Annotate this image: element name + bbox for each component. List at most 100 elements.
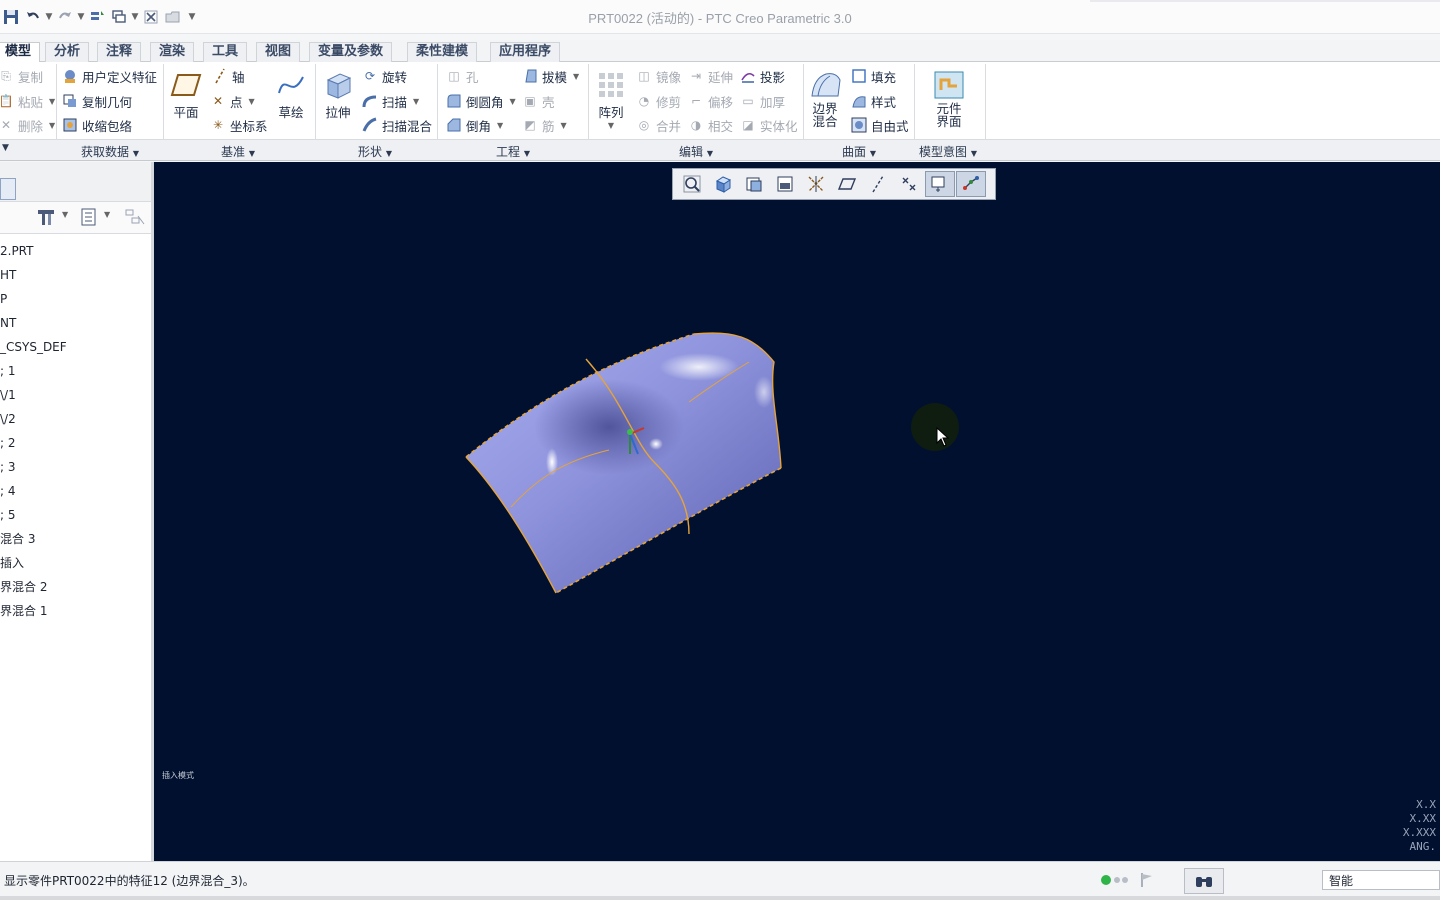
paste-button[interactable]: 📋 粘贴 ▼: [0, 91, 55, 111]
tree-item-boundary-blend-1[interactable]: 界混合 1: [0, 602, 47, 620]
extrude-button[interactable]: 拉伸: [321, 68, 355, 121]
editing-group-label[interactable]: 编辑 ▼: [679, 143, 713, 160]
datum-group-label[interactable]: 基准 ▼: [221, 143, 255, 160]
round-button[interactable]: 倒圆角 ▼: [446, 91, 516, 111]
pattern-button[interactable]: 阵列 ▼: [594, 68, 628, 130]
project-button[interactable]: 投影: [740, 66, 785, 86]
pattern-label: 阵列: [598, 105, 624, 120]
tree-item-front[interactable]: NT: [0, 314, 16, 332]
component-interface-button[interactable]: 元件 界面: [932, 68, 966, 128]
surface-model[interactable]: [154, 162, 1440, 861]
engineering-group-label[interactable]: 工程 ▼: [496, 143, 530, 160]
copy-icon: ⎘: [1, 68, 11, 83]
fill-button[interactable]: 填充: [851, 66, 896, 86]
fill-icon: [851, 68, 867, 84]
sketch-button[interactable]: 草绘: [274, 68, 308, 121]
tree-item-boundary-blend-2[interactable]: 界混合 2: [0, 578, 47, 596]
intersect-button[interactable]: ◑ 相交: [688, 115, 733, 135]
swept-blend-button[interactable]: 扫描混合: [362, 115, 432, 135]
tab-variables[interactable]: 变量及参数: [309, 42, 393, 62]
revolve-button[interactable]: ⟳ 旋转: [362, 66, 407, 86]
delete-button[interactable]: ✕ 删除 ▼: [0, 115, 55, 135]
round-icon: [446, 93, 462, 109]
clipboard-group-dropdown-icon[interactable]: ▼: [2, 143, 9, 153]
shell-button[interactable]: ▣ 壳: [522, 91, 554, 111]
boundary-blend-label-2: 混合: [812, 114, 838, 129]
tree-item-top[interactable]: P: [0, 290, 7, 308]
axis-button[interactable]: 轴: [212, 66, 245, 86]
mirror-icon: ◫: [638, 69, 650, 83]
tree-item-right[interactable]: HT: [0, 266, 16, 284]
plane-button[interactable]: 平面: [169, 68, 203, 121]
freestyle-button[interactable]: 自由式: [851, 115, 909, 135]
tab-analysis[interactable]: 分析: [45, 42, 90, 62]
regen-status-icon[interactable]: [1100, 873, 1130, 890]
copy-geometry-button[interactable]: 复制几何: [62, 91, 132, 111]
title-bar: ▼ ▼ ▼ ▼ PRT0022 (活动的) - PTC Creo Paramet…: [0, 0, 1440, 34]
paste-icon: 📋: [0, 94, 14, 108]
trim-icon: ◔: [638, 94, 650, 108]
shrinkwrap-button[interactable]: 收缩包络: [62, 115, 132, 135]
tree-item-boundary-blend-3[interactable]: 混合 3: [0, 530, 35, 548]
shapes-group-label[interactable]: 形状 ▼: [358, 143, 392, 160]
show-options-dropdown-icon[interactable]: ▼: [104, 210, 110, 219]
point-button[interactable]: ✕ 点 ▼: [210, 91, 255, 111]
tree-settings-dropdown-icon[interactable]: ▼: [62, 210, 68, 219]
copy-button[interactable]: ⎘ 复制: [0, 66, 43, 86]
tab-tools[interactable]: 工具: [203, 42, 248, 62]
insert-mode-label: 插入模式: [162, 771, 194, 780]
tree-item-sketch-5[interactable]: ; 5: [0, 506, 16, 524]
tab-model[interactable]: 模型: [0, 42, 41, 64]
tree-item-datum-1[interactable]: \/1: [0, 386, 16, 404]
coord-readout: X.XX: [1409, 812, 1437, 825]
sweep-button[interactable]: 扫描 ▼: [362, 91, 419, 111]
tab-annotate[interactable]: 注释: [97, 42, 142, 62]
tree-item-sketch-1[interactable]: ; 1: [0, 362, 16, 380]
rib-button[interactable]: ◩ 筋 ▼: [522, 115, 566, 135]
tab-applications[interactable]: 应用程序: [490, 42, 561, 62]
model-intent-group-label[interactable]: 模型意图 ▼: [919, 143, 977, 160]
tree-item-sketch-4[interactable]: ; 4: [0, 482, 16, 500]
tab-flexible-modeling[interactable]: 柔性建模: [407, 42, 478, 62]
selection-filter-select[interactable]: 智能: [1322, 870, 1440, 890]
pattern-icon: [594, 68, 628, 102]
tree-item-sketch-2[interactable]: ; 2: [0, 434, 16, 452]
csys-button[interactable]: ✳ 坐标系: [210, 115, 268, 135]
tree-item-insert-here[interactable]: 插入: [0, 554, 24, 572]
model-tree-tab[interactable]: [0, 178, 16, 200]
tree-item-sketch-3[interactable]: ; 3: [0, 458, 16, 476]
flag-icon[interactable]: [1140, 872, 1154, 891]
thicken-button[interactable]: ▭ 加厚: [740, 91, 785, 111]
get-data-group-label[interactable]: 获取数据 ▼: [81, 143, 139, 160]
chamfer-icon: [446, 117, 462, 133]
trim-button[interactable]: ◔ 修剪: [636, 91, 681, 111]
solidify-button[interactable]: ◪ 实体化: [740, 115, 797, 135]
offset-button[interactable]: ⌐ 偏移: [688, 91, 733, 111]
find-icon[interactable]: [1184, 868, 1224, 894]
model-tree-toolbar: ▼ ▼: [0, 202, 151, 234]
extend-icon: ⇥: [690, 69, 702, 83]
mirror-button[interactable]: ◫ 镜像: [636, 66, 681, 86]
tree-filter-icon[interactable]: [124, 208, 146, 229]
pattern-dropdown-icon[interactable]: ▼: [608, 121, 614, 130]
thicken-icon: ▭: [742, 94, 754, 108]
surfaces-group-label[interactable]: 曲面 ▼: [842, 143, 876, 160]
tab-view[interactable]: 视图: [256, 42, 301, 62]
udf-button[interactable]: 用户定义特征: [62, 66, 157, 86]
tree-item-part[interactable]: 2.PRT: [0, 242, 33, 260]
tab-render[interactable]: 渲染: [150, 42, 195, 62]
hole-icon: ◫: [448, 69, 460, 83]
model-tree-panel: ▼ ▼ 2.PRT HT P NT _CSYS_DEF ; 1 \/1 \/2 …: [0, 162, 154, 861]
style-button[interactable]: 样式: [851, 91, 896, 111]
tree-item-datum-2[interactable]: \/2: [0, 410, 16, 428]
tree-settings-icon[interactable]: [36, 208, 56, 229]
tree-item-csys[interactable]: _CSYS_DEF: [0, 338, 67, 356]
merge-button[interactable]: ◎ 合并: [636, 115, 681, 135]
hole-button[interactable]: ◫ 孔: [446, 66, 478, 86]
show-options-icon[interactable]: [80, 208, 98, 229]
graphics-viewport[interactable]: 插入模式 X.X X.XX X.XXX ANG.: [154, 162, 1440, 861]
extend-button[interactable]: ⇥ 延伸: [688, 66, 733, 86]
boundary-blend-button[interactable]: 边界 混合: [808, 68, 842, 128]
chamfer-button[interactable]: 倒角 ▼: [446, 115, 503, 135]
draft-button[interactable]: 拔模 ▼: [522, 66, 579, 86]
